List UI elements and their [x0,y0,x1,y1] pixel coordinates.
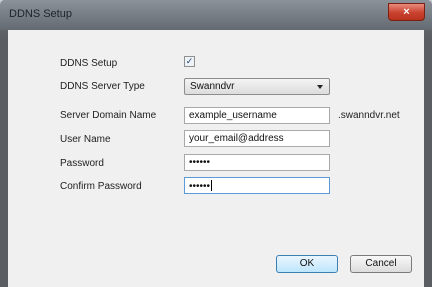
window-title: DDNS Setup [9,8,72,20]
check-icon: ✓ [185,56,194,66]
ok-button[interactable]: OK [276,255,338,273]
server-type-value: Swanndvr [190,81,235,92]
confirm-password-value: •••••• [189,181,211,192]
cancel-button[interactable]: Cancel [350,255,412,273]
text-cursor [211,180,213,191]
confirm-password-label: Confirm Password [60,181,142,192]
ddns-setup-dialog: DDNS Setup × DDNS Setup ✓ DDNS Server Ty… [0,0,432,287]
domain-suffix: .swanndvr.net [338,110,400,121]
server-type-label: DDNS Server Type [60,81,145,92]
domain-label: Server Domain Name [60,110,157,121]
ddns-setup-label: DDNS Setup [60,58,118,69]
title-bar[interactable]: DDNS Setup × [0,0,432,30]
server-type-select[interactable]: Swanndvr [184,78,330,95]
password-field[interactable]: •••••• [184,154,330,171]
close-button[interactable]: × [388,3,425,21]
close-icon: × [403,5,410,18]
dialog-content: DDNS Setup ✓ DDNS Server Type Swanndvr S… [8,30,424,287]
user-name-field[interactable]: your_email@address [184,130,330,147]
user-name-label: User Name [60,134,111,145]
confirm-password-field[interactable]: •••••• [184,177,330,194]
chevron-down-icon [317,85,323,89]
password-label: Password [60,158,104,169]
ddns-setup-checkbox[interactable]: ✓ [184,56,195,67]
domain-field[interactable]: example_username [184,107,330,124]
